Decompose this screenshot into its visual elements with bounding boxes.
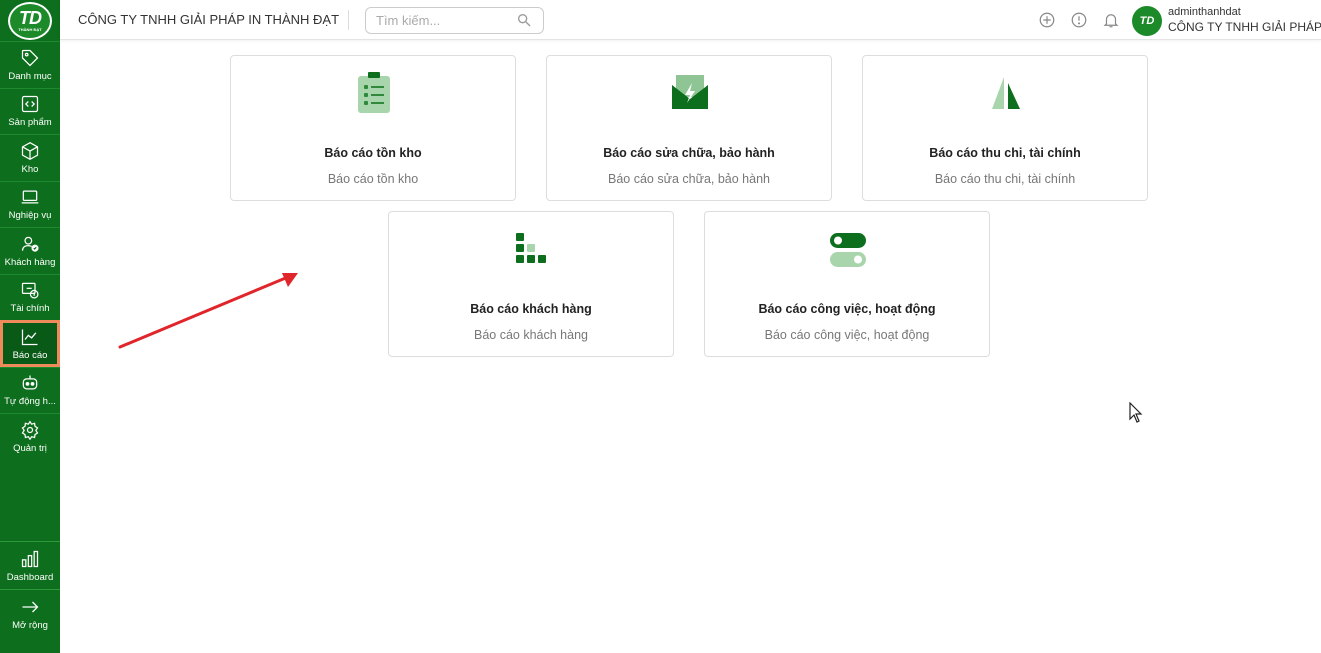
sidebar-item-label: Sản phẩm (8, 117, 52, 129)
sidebar-item-label: Khách hàng (4, 256, 56, 268)
header-divider (348, 10, 349, 30)
sidebar-item-tai-chinh[interactable]: Tài chính (0, 273, 60, 321)
sidebar-item-label: Báo cáo (12, 349, 48, 361)
sidebar-item-kho[interactable]: Kho (0, 134, 60, 181)
toggle-switches-icon (830, 233, 866, 267)
report-subtitle: Báo cáo sửa chữa, bảo hành (608, 172, 770, 186)
logo-subtext: THÀNH ĐẠT (18, 27, 42, 32)
brand-logo[interactable]: TD THÀNH ĐẠT (0, 0, 60, 41)
report-card-finance[interactable]: Báo cáo thu chi, tài chính Báo cáo thu c… (862, 55, 1148, 201)
finance-triangles-icon (992, 77, 1020, 109)
sidebar-item-dashboard[interactable]: Dashboard (0, 541, 60, 589)
repair-envelope-icon (672, 75, 708, 109)
wallet-icon (21, 282, 39, 299)
avatar-text: TD (1139, 15, 1155, 27)
top-header: CÔNG TY TNHH GIẢI PHÁP IN THÀNH ĐẠT TD a… (60, 0, 1321, 40)
company-name: CÔNG TY TNHH GIẢI PHÁP IN THÀNH ĐẠT (78, 12, 340, 27)
sidebar-item-quan-tri[interactable]: Quản trị (0, 413, 60, 460)
report-subtitle: Báo cáo thu chi, tài chính (934, 172, 1076, 186)
sidebar-item-bao-cao[interactable]: Báo cáo (0, 320, 60, 367)
gear-icon (21, 420, 39, 440)
sidebar-item-tu-dong-hoa[interactable]: Tự động h... (0, 366, 60, 414)
code-icon (21, 96, 39, 113)
add-circle-icon[interactable] (1038, 11, 1056, 29)
sidebar-item-label: Nghiệp vụ (8, 210, 52, 222)
sidebar-item-nghiep-vu[interactable]: Nghiệp vụ (0, 180, 60, 228)
laptop-icon (21, 190, 39, 204)
report-card-work-activity[interactable]: Báo cáo công việc, hoạt động Báo cáo côn… (704, 211, 990, 357)
tag-icon (21, 49, 39, 67)
customer-dots-icon (516, 233, 546, 263)
sidebar-item-label: Danh mục (8, 70, 52, 82)
robot-icon (22, 375, 38, 390)
sidebar-item-san-pham[interactable]: Sản phẩm (0, 87, 60, 135)
sidebar-item-label: Mở rộng (12, 619, 48, 631)
user-company: CÔNG TY TNHH GIẢI PHÁP IN (1168, 20, 1321, 34)
report-subtitle: Báo cáo tồn kho (327, 172, 419, 186)
sidebar-item-mo-rong[interactable]: Mở rộng (0, 589, 60, 637)
report-title: Báo cáo tồn kho (324, 146, 422, 160)
sidebar: TD THÀNH ĐẠT Danh mục Sản phẩm Kho Nghiệ… (0, 0, 60, 653)
bar-chart-icon (21, 550, 39, 567)
mouse-cursor-icon (1129, 402, 1143, 423)
report-card-customer[interactable]: Báo cáo khách hàng Báo cáo khách hàng (388, 211, 674, 357)
sidebar-item-label: Dashboard (6, 571, 54, 583)
report-card-inventory[interactable]: Báo cáo tồn kho Báo cáo tồn kho (230, 55, 516, 201)
bell-icon[interactable] (1102, 11, 1120, 29)
sidebar-item-label: Tự động h... (4, 396, 56, 408)
clipboard-list-icon (358, 72, 390, 113)
sidebar-item-khach-hang[interactable]: Khách hàng (0, 227, 60, 274)
report-card-repair-warranty[interactable]: Báo cáo sửa chữa, bảo hành Báo cáo sửa c… (546, 55, 832, 201)
avatar[interactable]: TD (1132, 6, 1162, 36)
info-circle-icon[interactable] (1070, 11, 1088, 29)
sidebar-bottom: Dashboard Mở rộng (0, 541, 60, 637)
arrow-right-icon (22, 601, 39, 612)
logo-badge: TD THÀNH ĐẠT (8, 1, 52, 40)
report-title: Báo cáo khách hàng (470, 302, 592, 316)
sidebar-item-danh-muc[interactable]: Danh mục (0, 41, 60, 88)
user-name[interactable]: adminthanhdat (1168, 6, 1241, 18)
report-subtitle: Báo cáo công việc, hoạt động (764, 328, 930, 342)
box-icon (21, 141, 39, 160)
chart-line-icon (21, 329, 38, 345)
report-title: Báo cáo thu chi, tài chính (929, 146, 1081, 160)
sidebar-item-label: Kho (21, 163, 39, 175)
annotation-arrow (118, 273, 298, 349)
report-title: Báo cáo sửa chữa, bảo hành (603, 146, 775, 160)
search-icon[interactable] (516, 12, 532, 28)
report-title: Báo cáo công việc, hoạt động (758, 302, 936, 316)
sidebar-item-label: Tài chính (10, 303, 50, 315)
user-check-icon (21, 236, 39, 252)
report-subtitle: Báo cáo khách hàng (474, 328, 588, 342)
logo-mark: TD (19, 8, 42, 28)
sidebar-item-label: Quản trị (13, 442, 47, 454)
